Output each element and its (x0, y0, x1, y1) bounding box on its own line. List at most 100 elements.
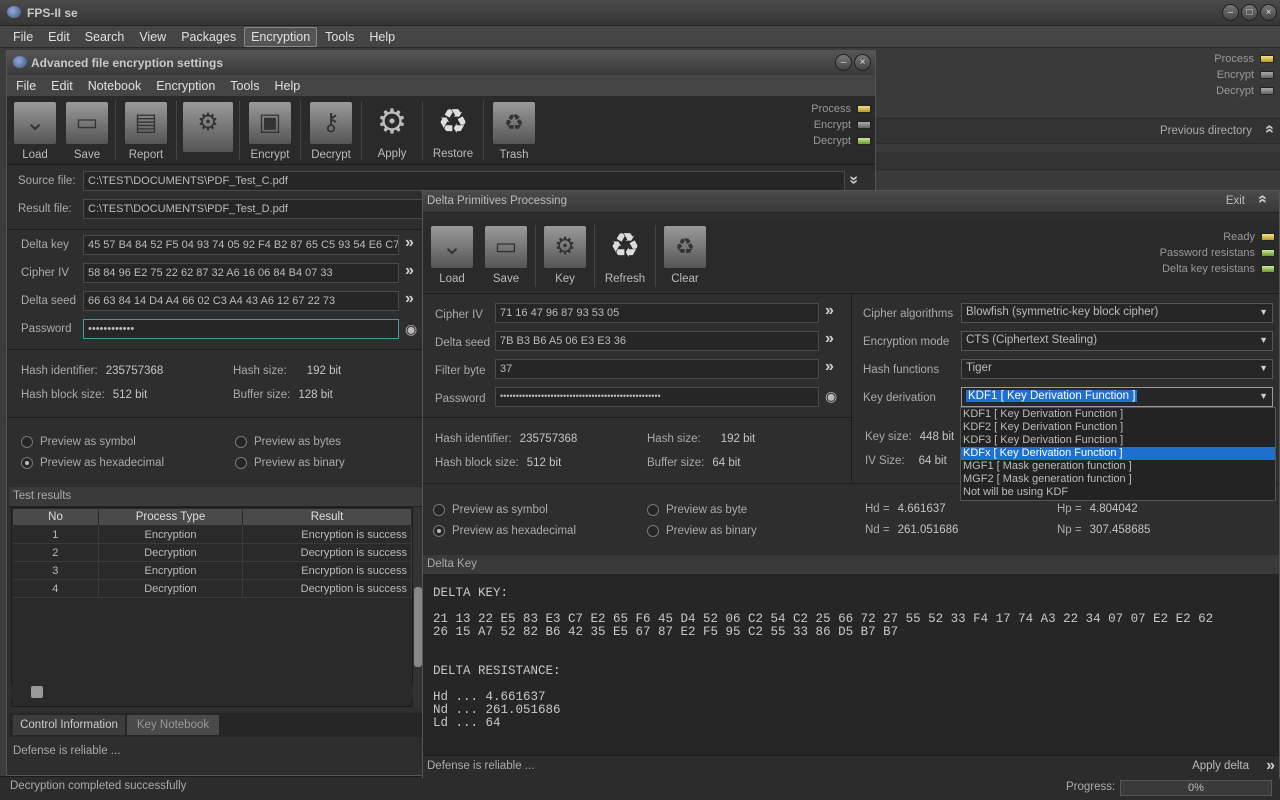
chevron-up-icon[interactable]: » (1254, 199, 1272, 204)
source-file-field[interactable]: C:\TEST\DOCUMENTS\PDF_Test_C.pdf (83, 171, 845, 191)
tab-key-notebook[interactable]: Key Notebook (127, 715, 219, 735)
minimize-icon[interactable]: – (835, 54, 852, 71)
clear-button[interactable]: ♻ Clear (656, 225, 714, 287)
radio-preview-bytes[interactable]: Preview as bytes (235, 436, 341, 448)
exit-label[interactable]: Exit (1226, 195, 1245, 207)
password-field[interactable]: •••••••••••• (83, 319, 399, 339)
menu-help[interactable]: Help (362, 27, 402, 47)
adv-menu-notebook[interactable]: Notebook (81, 76, 149, 96)
recycle-icon: ♻ (437, 103, 469, 141)
apply-label: Apply (377, 148, 407, 160)
previous-directory-label: Previous directory (1159, 125, 1252, 137)
menu-encryption[interactable]: Encryption (244, 26, 318, 47)
delta-seed-arrow-icon[interactable]: » (405, 290, 414, 308)
key-derivation-dropdown[interactable]: KDF1 [ Key Derivation Function ] ▼ (961, 387, 1273, 407)
apply-button[interactable]: ⚙ Apply (362, 101, 422, 160)
kdf-option-highlighted[interactable]: KDFx [ Key Derivation Function ] (961, 447, 1275, 460)
menu-edit[interactable]: Edit (41, 27, 77, 47)
menu-search[interactable]: Search (78, 27, 132, 47)
tab-control-information[interactable]: Control Information (13, 715, 125, 735)
tools-grid-button[interactable]: ⚙ (177, 101, 239, 160)
delta-key-button[interactable]: ⚙ Key (536, 225, 594, 287)
menu-tools[interactable]: Tools (318, 27, 361, 47)
camera-tools-icon: ⚙ (182, 101, 234, 153)
main-menubar: File Edit Search View Packages Encryptio… (0, 26, 1280, 48)
delta-seed-arrow-icon2[interactable]: » (825, 330, 834, 348)
table-row[interactable]: 1 Encryption Encryption is success (12, 525, 412, 544)
restore-button[interactable]: ♻ Restore (423, 101, 483, 160)
apply-delta-button[interactable]: Apply delta (1192, 760, 1249, 772)
cipher-algorithms-dropdown[interactable]: Blowfish (symmetric-key block cipher) ▼ (961, 303, 1273, 323)
col-process-type[interactable]: Process Type (98, 508, 243, 526)
maximize-icon[interactable]: □ (1241, 4, 1258, 21)
filter-byte-arrow-icon[interactable]: » (825, 358, 834, 376)
col-result[interactable]: Result (242, 508, 412, 526)
buffer-size: Buffer size: 128 bit (233, 389, 333, 401)
adv-menu-encryption[interactable]: Encryption (149, 76, 222, 96)
delta-radio-preview-hexadecimal[interactable]: Preview as hexadecimal (433, 525, 576, 537)
close-icon[interactable]: × (854, 54, 871, 71)
delta-cipher-iv-field[interactable]: 71 16 47 96 87 93 53 05 (495, 303, 819, 323)
adv-menu-edit[interactable]: Edit (44, 76, 80, 96)
horizontal-scrollbar[interactable] (11, 685, 413, 699)
menu-packages[interactable]: Packages (174, 27, 243, 47)
previous-directory-bar[interactable]: Previous directory » (876, 118, 1280, 144)
indicator-deltakey-label: Delta key resistans (1162, 263, 1255, 275)
delta-load-button[interactable]: ⌄ Load (427, 225, 477, 287)
menu-view[interactable]: View (132, 27, 173, 47)
kdf-option[interactable]: KDF2 [ Key Derivation Function ] (961, 421, 1275, 434)
chevron-up-icon[interactable]: » (1261, 129, 1279, 134)
delta-radio-preview-binary[interactable]: Preview as binary (647, 525, 757, 537)
cipher-iv-field[interactable]: 58 84 96 E2 75 22 62 87 32 A6 16 06 84 B… (83, 263, 399, 283)
delta-save-button[interactable]: ▭ Save (477, 225, 535, 287)
kdf-option[interactable]: MGF1 [ Mask generation function ] (961, 460, 1275, 473)
encrypt-label: Encrypt (250, 149, 290, 161)
main-statusbar: Decryption completed successfully Progre… (0, 776, 1280, 800)
delta-radio-preview-symbol[interactable]: Preview as symbol (433, 504, 548, 516)
chevron-down-icon[interactable]: » (844, 176, 862, 181)
encrypt-button[interactable]: ▣ Encrypt (240, 101, 300, 161)
table-row[interactable]: 4 Decryption Decryption is success (12, 579, 412, 598)
delta-seed-field[interactable]: 66 63 84 14 D4 A4 66 02 C3 A4 43 A6 12 6… (83, 291, 399, 311)
adv-menu-tools[interactable]: Tools (223, 76, 266, 96)
delta-password-field[interactable]: ••••••••••••••••••••••••••••••••••••••••… (495, 387, 819, 407)
kdf-option[interactable]: KDF1 [ Key Derivation Function ] (961, 408, 1275, 421)
eye-icon[interactable]: ◉ (405, 321, 417, 338)
kdf-option[interactable]: MGF2 [ Mask generation function ] (961, 473, 1275, 486)
delta-cipher-iv-arrow-icon[interactable]: » (825, 302, 834, 320)
minimize-icon[interactable]: – (1222, 4, 1239, 21)
delta-key-arrow-icon[interactable]: » (405, 234, 414, 252)
delta-key-field[interactable]: 45 57 B4 84 52 F5 04 93 74 05 92 F4 B2 8… (83, 235, 399, 255)
kdf-option[interactable]: KDF3 [ Key Derivation Function ] (961, 434, 1275, 447)
radio-preview-hexadecimal[interactable]: Preview as hexadecimal (21, 457, 164, 469)
save-button[interactable]: ▭ Save (59, 101, 115, 161)
decrypt-button[interactable]: ⚷ Decrypt (301, 101, 361, 161)
refresh-button[interactable]: ♻ Refresh (595, 225, 655, 287)
delta-seed-field2[interactable]: 7B B3 B6 A5 06 E3 E3 36 (495, 331, 819, 351)
eye-icon[interactable]: ◉ (825, 388, 837, 405)
radio-preview-symbol[interactable]: Preview as symbol (21, 436, 136, 448)
radio-preview-binary[interactable]: Preview as binary (235, 457, 345, 469)
kdf-option[interactable]: Not will be using KDF (961, 486, 1275, 499)
cipher-iv-arrow-icon[interactable]: » (405, 262, 414, 280)
close-icon[interactable]: × (1260, 4, 1277, 21)
adv-menu-file[interactable]: File (9, 76, 43, 96)
delta-cipher-iv-label: Cipher IV (435, 309, 483, 321)
delta-radio-preview-byte[interactable]: Preview as byte (647, 504, 747, 516)
encryption-mode-dropdown[interactable]: CTS (Ciphertext Stealing) ▼ (961, 331, 1273, 351)
trash-button[interactable]: ♻ Trash (484, 101, 544, 161)
table-row[interactable]: 3 Encryption Encryption is success (12, 561, 412, 580)
adv-menu-help[interactable]: Help (267, 76, 307, 96)
menu-file[interactable]: File (6, 27, 40, 47)
hash-functions-dropdown[interactable]: Tiger ▼ (961, 359, 1273, 379)
result-file-field[interactable]: C:\TEST\DOCUMENTS\PDF_Test_D.pdf (83, 199, 423, 219)
filter-byte-field[interactable]: 37 (495, 359, 819, 379)
chevron-right-icon[interactable]: » (1266, 757, 1275, 775)
col-no[interactable]: No (12, 508, 99, 526)
delta-load-label: Load (439, 273, 465, 285)
report-button[interactable]: ▤ Report (116, 101, 176, 161)
table-row[interactable]: 2 Decryption Decryption is success (12, 543, 412, 562)
chevron-down-icon: ▼ (1259, 335, 1268, 345)
load-button[interactable]: ⌄ Load (11, 101, 59, 161)
nd-readout: Nd = 261.051686 (865, 524, 959, 536)
